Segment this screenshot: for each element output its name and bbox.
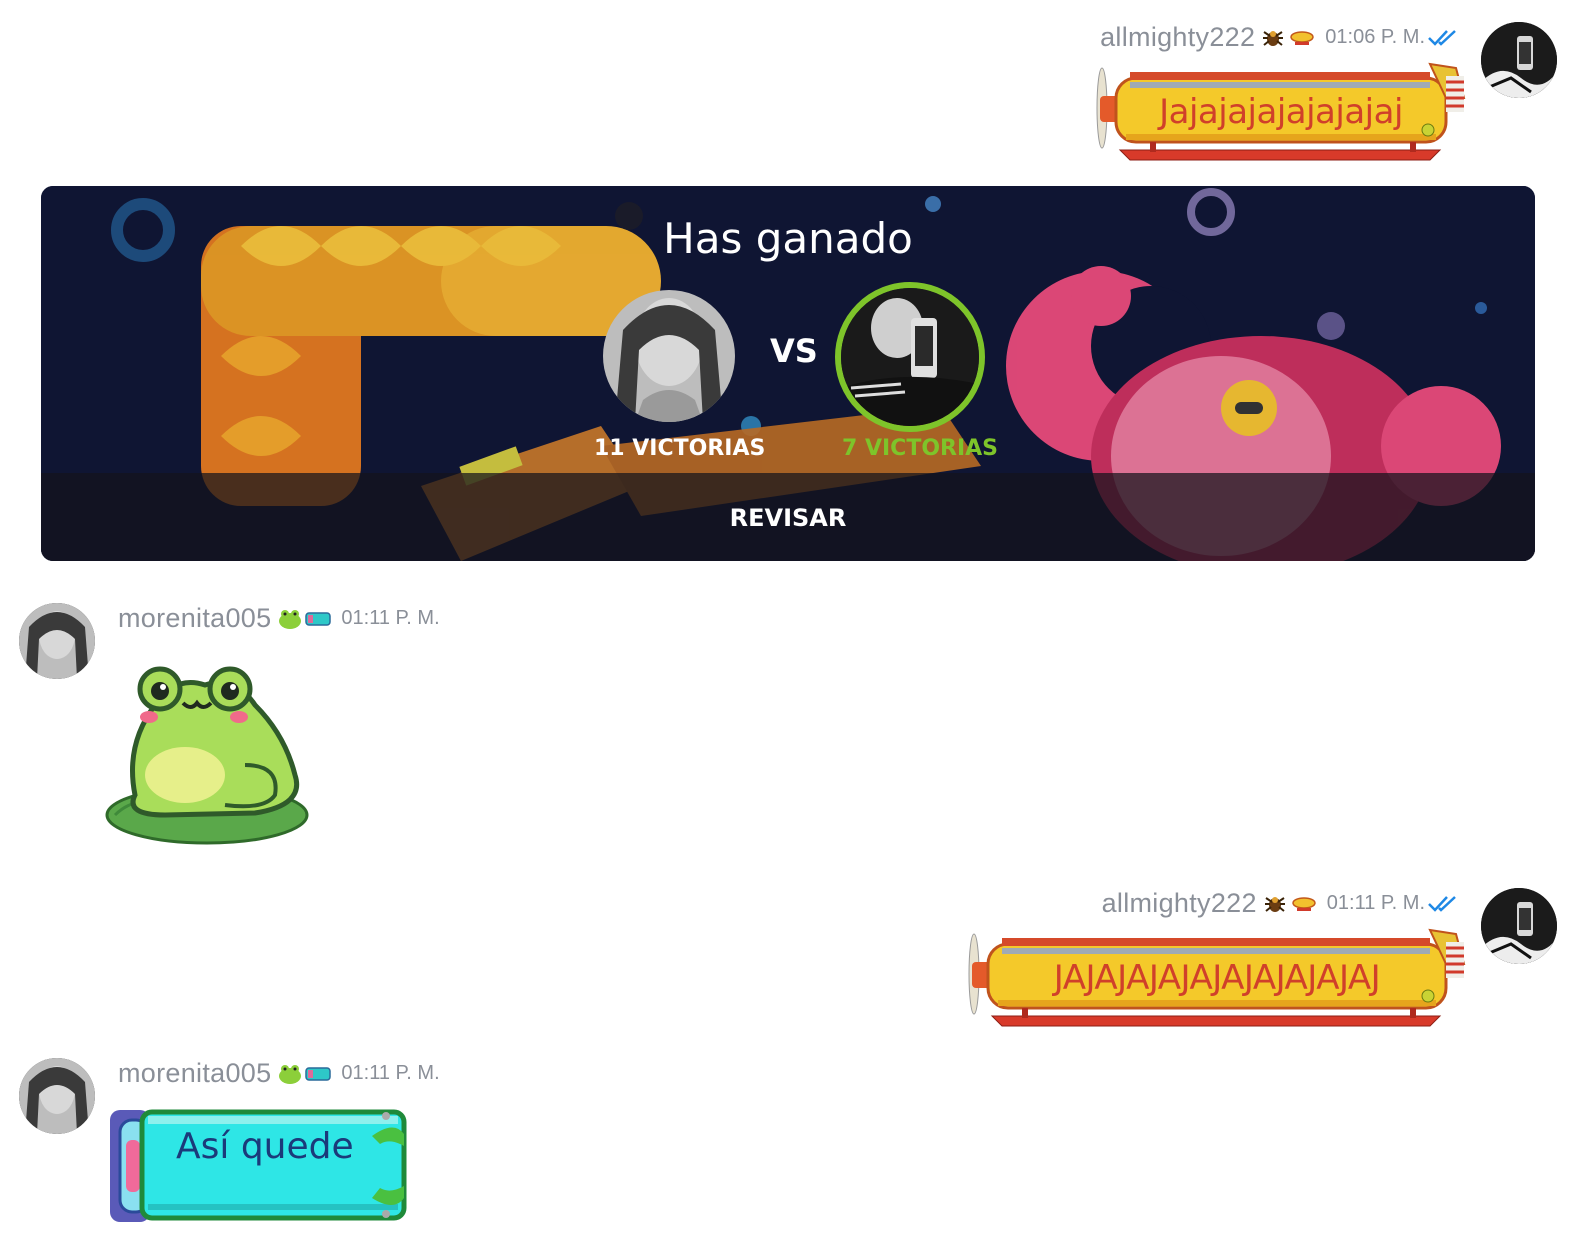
message-header: morenita005 01:11 P. M. — [118, 1058, 440, 1089]
review-button[interactable]: REVISAR — [41, 504, 1535, 532]
airship-bubble[interactable]: Jajajajajajajajaj — [1090, 58, 1470, 168]
message-header: morenita005 01:11 P. M. — [118, 603, 440, 634]
card-title: Has ganado — [663, 214, 913, 263]
message-text: Así quede — [176, 1126, 354, 1167]
review-bar[interactable]: REVISAR — [41, 473, 1535, 561]
avatar[interactable] — [19, 603, 95, 679]
message-header: allmighty222 01:06 P. M. — [1100, 22, 1459, 53]
player-right-wins: 7 VICTORIAS — [842, 436, 999, 461]
capsule-badge-icon — [305, 611, 332, 626]
user-badges — [1261, 26, 1315, 50]
airship-badge-icon — [1290, 30, 1315, 45]
avatar[interactable] — [19, 1058, 95, 1134]
double-check-icon — [1428, 895, 1456, 912]
player-avatar-left[interactable] — [603, 290, 735, 422]
airship-badge-icon — [1292, 896, 1316, 911]
message-row: allmighty222 01:06 P. M. Jajajajajajajaj… — [0, 0, 1593, 175]
timestamp: 01:11 P. M. — [1326, 892, 1425, 914]
frog-badge-icon — [279, 609, 302, 629]
user-badges — [277, 1063, 332, 1085]
avatar[interactable] — [1481, 22, 1557, 98]
player-avatar-right-winner[interactable] — [835, 282, 985, 432]
username[interactable]: morenita005 — [118, 1058, 271, 1089]
double-check-icon — [1428, 29, 1456, 46]
capsule-badge-icon — [305, 1066, 332, 1081]
user-badges — [1263, 892, 1317, 916]
vs-label: VS — [770, 332, 818, 370]
username[interactable]: allmighty222 — [1102, 888, 1257, 919]
bug-badge-icon — [1264, 896, 1285, 912]
user-badges — [277, 608, 332, 630]
message-text: JAJAJAJAJAJAJAJAJAJAJ — [1053, 958, 1381, 998]
avatar[interactable] — [1481, 888, 1557, 964]
message-row: allmighty222 01:11 P. M. JAJAJAJAJAJAJAJ… — [0, 866, 1593, 1041]
timestamp: 01:11 P. M. — [341, 607, 440, 629]
bug-badge-icon — [1263, 30, 1284, 46]
message-header: allmighty222 01:11 P. M. — [1102, 888, 1459, 919]
username[interactable]: morenita005 — [118, 603, 271, 634]
frog-sticker[interactable] — [105, 665, 310, 845]
game-result-card[interactable]: Has ganado VS 11 VICTORIAS 7 VICTORIAS R… — [41, 186, 1535, 561]
username[interactable]: allmighty222 — [1100, 22, 1255, 53]
airship-bubble[interactable]: JAJAJAJAJAJAJAJAJAJAJ — [962, 924, 1470, 1034]
player-left-wins: 11 VICTORIAS — [594, 436, 766, 461]
timestamp: 01:11 P. M. — [341, 1062, 440, 1084]
message-text: Jajajajajajajajaj — [1159, 92, 1403, 132]
frog-badge-icon — [279, 1064, 302, 1084]
timestamp: 01:06 P. M. — [1325, 26, 1425, 48]
